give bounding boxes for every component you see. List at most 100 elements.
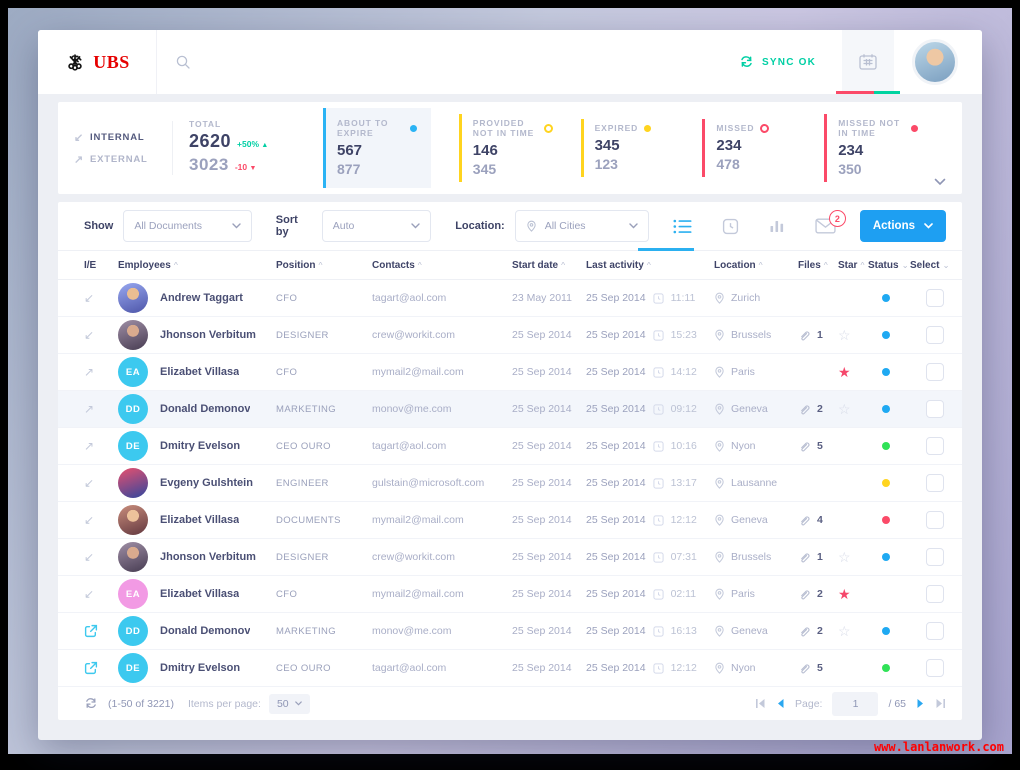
stats-expand-chevron-icon[interactable] [934, 178, 946, 186]
table-row[interactable]: ↙ ↗ EA Elizabet Villasa CFO mymail2@mail… [58, 576, 962, 613]
col-position[interactable]: Position ^ [276, 260, 372, 271]
contact-email[interactable]: mymail2@mail.com [372, 514, 512, 526]
row-checkbox[interactable] [926, 437, 944, 455]
col-start-date[interactable]: Start date ^ [512, 260, 586, 271]
files-cell[interactable]: 1 [798, 329, 838, 342]
col-last-activity[interactable]: Last activity ^ [586, 260, 714, 271]
contact-email[interactable]: crew@workit.com [372, 551, 512, 563]
previous-page-button[interactable] [776, 698, 785, 709]
external-link-icon[interactable] [84, 624, 98, 638]
star-icon: ☆ [838, 623, 851, 639]
row-checkbox[interactable] [926, 363, 944, 381]
row-checkbox[interactable] [926, 622, 944, 640]
last-activity: 25 Sep 2014 12:12 [586, 514, 697, 526]
actions-button[interactable]: Actions [859, 210, 946, 242]
mail-icon[interactable]: 2 [815, 210, 846, 234]
chart-view-icon[interactable] [769, 219, 785, 233]
last-activity: 25 Sep 2014 11:11 [586, 292, 696, 304]
refresh-icon[interactable] [84, 697, 98, 710]
row-checkbox[interactable] [926, 326, 944, 344]
star-cell[interactable]: ★ [838, 365, 868, 379]
row-checkbox[interactable] [926, 400, 944, 418]
col-location[interactable]: Location ^ [714, 260, 798, 271]
table-row[interactable]: ↙ ↗ Andrew Taggart CFO tagart@aol.com 23… [58, 280, 962, 317]
col-select[interactable]: Select ⌄ [910, 260, 950, 271]
external-filter[interactable]: ↗ EXTERNAL [74, 153, 168, 166]
first-page-button[interactable] [755, 698, 766, 709]
star-cell[interactable]: ☆ [838, 328, 868, 342]
desktop-background: UBS SYNC OK ↙ INTERNAL ↗ EXTERNAL TOTAL … [8, 8, 1012, 754]
table-row[interactable]: ↙ ↗ Jhonson Verbitum DESIGNER crew@worki… [58, 539, 962, 576]
search-input[interactable] [157, 30, 739, 94]
last-activity: 25 Sep 2014 10:16 [586, 440, 697, 452]
col-ie[interactable]: I/E [84, 260, 118, 271]
stat-card-missed[interactable]: MISSED 234 478 [702, 119, 796, 177]
position: CEO OURO [276, 662, 331, 674]
files-cell[interactable]: 2 [798, 625, 838, 638]
contact-email[interactable]: monov@me.com [372, 403, 512, 415]
stat-card-provided-not-in-time[interactable]: PROVIDED NOT IN TIME 146 345 [458, 114, 553, 182]
table-row[interactable]: ↙ ↗ EA Elizabet Villasa CFO mymail2@mail… [58, 354, 962, 391]
history-view-icon[interactable] [722, 218, 739, 235]
page-input[interactable] [832, 691, 879, 716]
stat-card-missed-not-in-time[interactable]: MISSED NOT IN TIME 234 350 [824, 114, 918, 182]
location-dropdown[interactable]: All Cities [514, 210, 649, 242]
results-range: (1-50 of 3221) [108, 697, 174, 710]
col-contacts[interactable]: Contacts ^ [372, 260, 512, 271]
table-row[interactable]: ↙ ↗ Jhonson Verbitum DESIGNER crew@worki… [58, 317, 962, 354]
user-avatar[interactable] [912, 39, 958, 85]
sync-button[interactable]: SYNC OK [739, 55, 816, 69]
star-cell[interactable]: ☆ [838, 624, 868, 638]
external-arrow-icon: ↗ [84, 402, 95, 416]
star-icon: ☆ [838, 401, 851, 417]
items-per-page-dropdown[interactable]: 50 [268, 693, 310, 714]
list-view-icon[interactable] [673, 219, 692, 234]
last-page-button[interactable] [935, 698, 946, 709]
stat-card-expired[interactable]: EXPIRED 345 123 [580, 119, 675, 177]
star-cell[interactable]: ☆ [838, 402, 868, 416]
contact-email[interactable]: tagart@aol.com [372, 292, 512, 304]
star-cell[interactable]: ☆ [838, 550, 868, 564]
row-checkbox[interactable] [926, 659, 944, 677]
location-pin-icon [714, 366, 725, 379]
table-row[interactable]: ↙ ↗ Elizabet Villasa DOCUMENTS mymail2@m… [58, 502, 962, 539]
table-row[interactable]: ↙ ↗ DD Donald Demonov MARKETING monov@me… [58, 613, 962, 650]
filter-bar: Show All Documents Sort by Auto Location… [58, 202, 962, 251]
col-employees[interactable]: Employees ^ [118, 260, 276, 271]
files-cell[interactable]: 5 [798, 662, 838, 675]
contact-email[interactable]: monov@me.com [372, 625, 512, 637]
files-cell[interactable]: 1 [798, 551, 838, 564]
row-checkbox[interactable] [926, 474, 944, 492]
calendar-button[interactable] [836, 30, 900, 94]
col-star[interactable]: Star ^ [838, 260, 868, 271]
table-row[interactable]: ↙ ↗ DE Dmitry Evelson CEO OURO tagart@ao… [58, 428, 962, 465]
external-link-icon[interactable] [84, 661, 98, 675]
files-cell[interactable]: 4 [798, 514, 838, 527]
sort-dropdown[interactable]: Auto [321, 210, 432, 242]
status-dot-icon [910, 124, 918, 132]
files-cell[interactable]: 2 [798, 588, 838, 601]
star-cell[interactable]: ★ [838, 587, 868, 601]
contact-email[interactable]: mymail2@mail.com [372, 588, 512, 600]
row-checkbox[interactable] [926, 548, 944, 566]
col-files[interactable]: Files ^ [798, 260, 838, 271]
files-cell[interactable]: 5 [798, 440, 838, 453]
table-row[interactable]: ↙ ↗ Evgeny Gulshtein ENGINEER gulstain@m… [58, 465, 962, 502]
contact-email[interactable]: tagart@aol.com [372, 440, 512, 452]
row-checkbox[interactable] [926, 289, 944, 307]
next-page-button[interactable] [916, 698, 925, 709]
last-activity: 25 Sep 2014 12:12 [586, 662, 697, 674]
col-status[interactable]: Status ⌄ [868, 260, 910, 271]
show-dropdown[interactable]: All Documents [123, 210, 252, 242]
files-cell[interactable]: 2 [798, 403, 838, 416]
row-checkbox[interactable] [926, 511, 944, 529]
contact-email[interactable]: tagart@aol.com [372, 662, 512, 674]
contact-email[interactable]: gulstain@microsoft.com [372, 477, 512, 489]
contact-email[interactable]: mymail2@mail.com [372, 366, 512, 378]
internal-filter[interactable]: ↙ INTERNAL [74, 131, 168, 144]
table-row[interactable]: ↙ ↗ DE Dmitry Evelson CEO OURO tagart@ao… [58, 650, 962, 687]
table-row[interactable]: ↙ ↗ DD Donald Demonov MARKETING monov@me… [58, 391, 962, 428]
contact-email[interactable]: crew@workit.com [372, 329, 512, 341]
row-checkbox[interactable] [926, 585, 944, 603]
stat-card-about-to-expire[interactable]: ABOUT TO EXPIRE 567 877 [323, 108, 431, 188]
